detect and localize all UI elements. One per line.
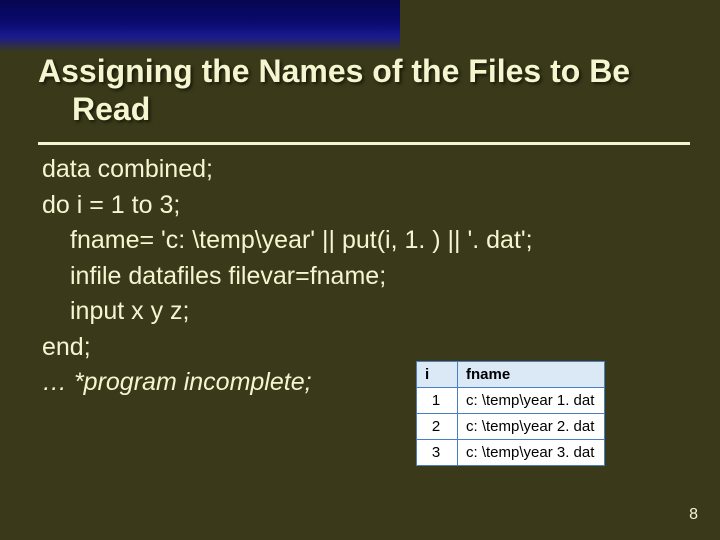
title-line-2: Read <box>38 90 690 128</box>
table-cell-i: 2 <box>417 414 458 440</box>
page-number: 8 <box>689 506 698 524</box>
table-row: 2 c: \temp\year 2. dat <box>417 414 605 440</box>
table-row: 3 c: \temp\year 3. dat <box>417 440 605 466</box>
code-line-6: end; <box>42 330 690 366</box>
table-header-row: i fname <box>417 362 605 388</box>
table-cell-i: 1 <box>417 388 458 414</box>
table-row: 1 c: \temp\year 1. dat <box>417 388 605 414</box>
table-header-i: i <box>417 362 458 388</box>
title-line-1: Assigning the Names of the Files to Be <box>38 53 630 89</box>
table-header-fname: fname <box>458 362 605 388</box>
code-line-4: infile datafiles filevar=fname; <box>42 259 690 295</box>
slide-title: Assigning the Names of the Files to Be R… <box>38 52 690 129</box>
table-cell-fname: c: \temp\year 1. dat <box>458 388 605 414</box>
code-line-5: input x y z; <box>42 294 690 330</box>
code-line-2: do i = 1 to 3; <box>42 188 690 224</box>
code-line-1: data combined; <box>42 152 690 188</box>
code-line-3: fname= 'c: \temp\year' || put(i, 1. ) ||… <box>42 223 690 259</box>
table-cell-i: 3 <box>417 440 458 466</box>
header-banner <box>0 0 400 52</box>
table-cell-fname: c: \temp\year 2. dat <box>458 414 605 440</box>
slide: Assigning the Names of the Files to Be R… <box>0 0 720 540</box>
filename-table: i fname 1 c: \temp\year 1. dat 2 c: \tem… <box>416 361 605 466</box>
title-underline <box>38 142 690 145</box>
table-cell-fname: c: \temp\year 3. dat <box>458 440 605 466</box>
